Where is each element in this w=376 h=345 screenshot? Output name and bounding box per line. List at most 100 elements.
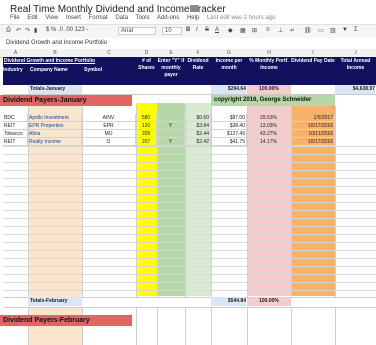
last-edit-link[interactable]: Last edit was 2 hours ago xyxy=(207,15,275,21)
cell-rate[interactable]: $2.44 xyxy=(185,130,211,138)
paint-format-icon[interactable]: ▮ xyxy=(34,27,37,34)
cell-industry[interactable]: Tobacco xyxy=(3,130,28,138)
cell-symbol[interactable]: EPR xyxy=(82,122,136,130)
grid-row-line xyxy=(3,186,376,187)
print-icon[interactable]: ⎙ xyxy=(6,27,11,34)
font-select[interactable]: Arial xyxy=(118,27,156,35)
cell-industry[interactable]: REIT xyxy=(3,138,28,146)
cell-income[interactable]: $127.49 xyxy=(211,130,247,138)
valign-icon[interactable]: ⊥ xyxy=(278,27,283,34)
cell-industry[interactable]: REIT xyxy=(3,122,28,130)
cell-rate[interactable]: $0.60 xyxy=(185,114,211,122)
grid-row-line xyxy=(3,266,376,267)
cell-date[interactable]: 10/11/2016 xyxy=(291,130,335,138)
grid-row-line xyxy=(3,218,376,219)
totals-feb-income[interactable]: $544.84 xyxy=(211,297,246,306)
cell-shares[interactable]: 207 xyxy=(136,138,157,146)
grid-column-line xyxy=(157,106,158,345)
cell-monthly[interactable] xyxy=(157,114,185,122)
text-color-icon[interactable]: A xyxy=(215,27,219,33)
header-industry: Industry xyxy=(3,67,23,73)
cell-company[interactable]: EPR Properties xyxy=(28,122,82,130)
grid-column-line xyxy=(335,106,336,345)
undo-icon[interactable]: ↶ xyxy=(16,27,21,34)
cell-rate[interactable]: $3.84 xyxy=(185,122,211,130)
menu-addons[interactable]: Add-ons xyxy=(157,15,179,21)
menu-format[interactable]: Format xyxy=(89,15,108,21)
cell-pct[interactable]: 13.03% xyxy=(247,122,291,130)
menu-data[interactable]: Data xyxy=(115,15,128,21)
totals-jan-label[interactable]: Totals-January xyxy=(28,85,82,94)
cell-company[interactable]: Apollo Investment xyxy=(28,114,82,122)
cell-monthly[interactable] xyxy=(157,130,185,138)
cell-date[interactable]: 10/17/2016 xyxy=(291,122,335,130)
redo-icon[interactable]: ↷ xyxy=(25,27,30,34)
cell-shares[interactable]: 209 xyxy=(136,130,157,138)
grid-row-line xyxy=(3,282,376,283)
cell-date[interactable]: 1/5/2017 xyxy=(291,114,335,122)
menu-view[interactable]: View xyxy=(45,15,58,21)
bold-icon[interactable]: B xyxy=(186,27,190,33)
grid-row-line xyxy=(3,274,376,275)
merge-icon[interactable]: ⊞ xyxy=(252,27,257,34)
cell-company[interactable]: Altria xyxy=(28,130,82,138)
grid-row-line xyxy=(3,194,376,195)
header-monthly: Enter "Y" if monthly payer xyxy=(157,58,185,78)
fill-color-icon[interactable]: ◆ xyxy=(228,27,233,34)
cell-monthly[interactable]: Y xyxy=(157,138,185,146)
cell-symbol[interactable]: AINV xyxy=(82,114,136,122)
folder-icon[interactable] xyxy=(190,5,199,12)
menu-tools[interactable]: Tools xyxy=(136,15,150,21)
grid-row-line xyxy=(3,170,376,171)
link-icon[interactable]: ⛓ xyxy=(304,27,312,34)
menu-edit[interactable]: Edit xyxy=(27,15,37,21)
filter-icon[interactable]: ▼ xyxy=(342,27,348,33)
totals-jan-income[interactable]: $294.64 xyxy=(211,85,246,94)
menu-insert[interactable]: Insert xyxy=(66,15,81,21)
formula-text[interactable]: Dividend Growth and Income Portfolio xyxy=(6,40,107,46)
cell-symbol[interactable]: MO xyxy=(82,130,136,138)
cell-income[interactable]: $38.40 xyxy=(211,122,247,130)
totals-feb-pct[interactable]: 100.00% xyxy=(247,297,291,306)
totals-jan-pct[interactable]: 100.00% xyxy=(247,85,291,94)
grid-row-line xyxy=(3,162,376,163)
cell-shares[interactable]: 120 xyxy=(136,122,157,130)
function-icon[interactable]: Σ xyxy=(354,27,358,33)
chart-icon[interactable]: ▥ xyxy=(330,27,336,34)
cell-symbol[interactable]: O xyxy=(82,138,136,146)
align-icon[interactable]: ≡ xyxy=(266,27,270,33)
menu-file[interactable]: File xyxy=(10,15,20,21)
star-icon[interactable]: ☆ xyxy=(179,4,187,15)
cell-rate[interactable]: $2.42 xyxy=(185,138,211,146)
totals-jan-annual[interactable]: $4,638.97 xyxy=(335,85,375,94)
font-size-select[interactable]: 10 xyxy=(162,27,182,35)
grid-row-line xyxy=(3,226,376,227)
cell-monthly[interactable]: Y xyxy=(157,122,185,130)
grid-row-line xyxy=(3,250,376,251)
italic-icon[interactable]: I xyxy=(196,27,198,33)
cell-date[interactable]: 10/17/2016 xyxy=(291,138,335,146)
strikethrough-icon[interactable]: S xyxy=(205,27,209,33)
cell-pct[interactable]: 14.17% xyxy=(247,138,291,146)
cell-industry[interactable]: BDC xyxy=(3,114,28,122)
section-january[interactable]: Dividend Payers-January xyxy=(0,95,132,106)
section-february[interactable]: Dividend Payers-February xyxy=(0,315,132,326)
wrap-icon[interactable]: ↵ xyxy=(290,27,295,34)
cell-company[interactable]: Realty Income xyxy=(28,138,82,146)
cell-income[interactable]: $87.00 xyxy=(211,114,247,122)
menu-help[interactable]: Help xyxy=(187,15,199,21)
header-income: Income per month xyxy=(215,58,243,71)
grid-row-line xyxy=(3,258,376,259)
menu-bar: File Edit View Insert Format Data Tools … xyxy=(10,15,281,23)
copyright-note[interactable]: copyright 2016, George Schneider xyxy=(211,95,335,106)
header-pct: % Monthly Portf. Income xyxy=(249,58,289,71)
cell-pct[interactable]: 29.53% xyxy=(247,114,291,122)
grid-row-line xyxy=(3,210,376,211)
number-format-buttons[interactable]: $ % .0 .00 123 - xyxy=(46,27,88,33)
cell-pct[interactable]: 43.27% xyxy=(247,130,291,138)
cell-income[interactable]: $41.75 xyxy=(211,138,247,146)
comment-icon[interactable]: ▭ xyxy=(318,27,324,34)
cell-shares[interactable]: 580 xyxy=(136,114,157,122)
totals-feb-label[interactable]: Totals-February xyxy=(28,297,82,306)
borders-icon[interactable]: ▦ xyxy=(240,27,246,34)
